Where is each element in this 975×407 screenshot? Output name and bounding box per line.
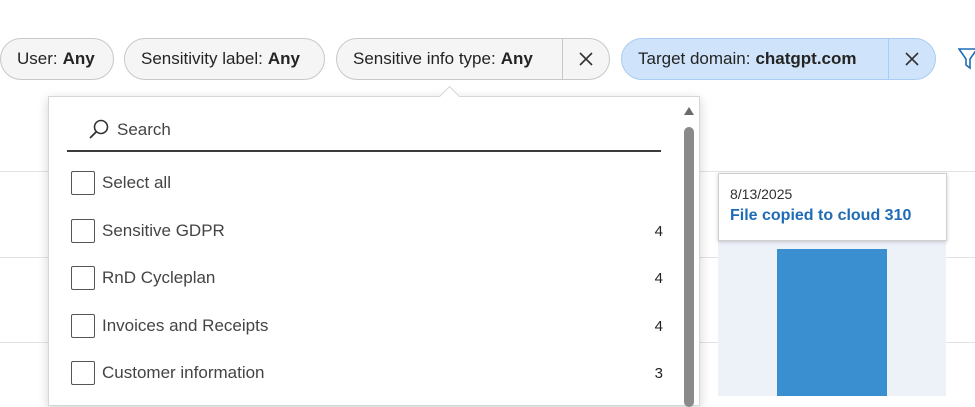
option-label: Sensitive GDPR <box>102 221 225 240</box>
filter-user-value: Any <box>62 49 95 68</box>
option-label: Invoices and Receipts <box>102 316 269 335</box>
tooltip-value: File copied to cloud 310 <box>730 207 912 224</box>
tooltip-date: 8/13/2025 <box>730 186 793 202</box>
clear-filter-button[interactable] <box>562 39 609 79</box>
checkbox[interactable] <box>71 314 95 338</box>
option-count: 4 <box>654 317 663 335</box>
option-select-all[interactable]: Select all <box>71 168 663 198</box>
close-icon <box>905 52 919 66</box>
option-invoices-and-receipts[interactable]: Invoices and Receipts 4 <box>71 311 663 341</box>
clear-filter-button[interactable] <box>888 39 935 79</box>
filter-sensitive-info-type[interactable]: Sensitive info type: Any <box>336 38 610 80</box>
scrollbar[interactable] <box>681 105 697 407</box>
chart-tooltip: 8/13/2025 File copied to cloud 310 <box>718 173 947 241</box>
filter-sensitive-info-type-label: Sensitive info type: <box>353 49 496 68</box>
filter-sensitivity-label-value: Any <box>267 49 301 68</box>
option-customer-information[interactable]: Customer information 3 <box>71 358 663 388</box>
filter-bar: User: Any Sensitivity label: Any Sensitive… <box>0 0 975 100</box>
filter-sensitive-info-type-value: Any <box>500 49 533 68</box>
checkbox[interactable] <box>71 266 95 290</box>
filter-target-domain-label: Target domain: <box>638 49 751 68</box>
filter-icon[interactable] <box>958 46 975 72</box>
filter-target-domain-value: chatgpt.com <box>755 49 857 68</box>
option-count: 3 <box>654 364 663 382</box>
chart-bar[interactable] <box>777 249 887 396</box>
option-count: 4 <box>654 222 663 240</box>
search-icon <box>89 119 109 139</box>
checkbox[interactable] <box>71 171 95 195</box>
option-label: RnD Cycleplan <box>102 268 216 287</box>
checkbox[interactable] <box>71 219 95 243</box>
filter-sensitivity-label-label: Sensitivity label: <box>141 49 263 68</box>
scroll-up-arrow-icon[interactable] <box>684 107 694 115</box>
option-label: Customer information <box>102 363 265 382</box>
close-icon <box>579 52 593 66</box>
option-sensitive-gdpr[interactable]: Sensitive GDPR 4 <box>71 216 663 246</box>
filter-user[interactable]: User: Any <box>0 38 114 80</box>
filter-sensitivity-label[interactable]: Sensitivity label: Any <box>124 38 325 80</box>
option-count: 4 <box>654 269 663 287</box>
search-box[interactable] <box>67 109 661 152</box>
search-input[interactable] <box>117 119 617 140</box>
option-rnd-cycleplan[interactable]: RnD Cycleplan 4 <box>71 263 663 293</box>
filter-user-label: User: <box>17 49 58 68</box>
scrollbar-thumb[interactable] <box>684 127 694 407</box>
sensitive-info-type-dropdown: Select all Sensitive GDPR 4 RnD Cyclepla… <box>48 96 700 407</box>
checkbox[interactable] <box>71 361 95 385</box>
option-label: Select all <box>102 173 171 192</box>
filter-target-domain[interactable]: Target domain: chatgpt.com <box>621 38 936 80</box>
